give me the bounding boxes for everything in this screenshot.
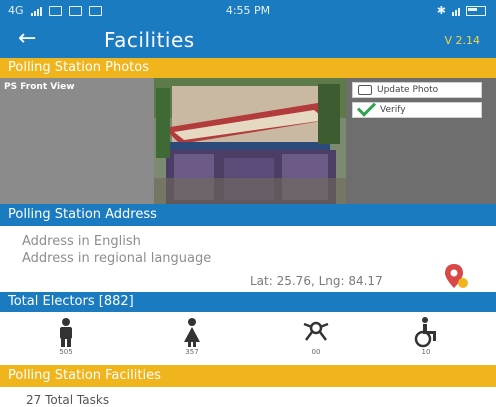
electors-section-header: Total Electors [882] xyxy=(0,292,496,312)
address-english: Address in English xyxy=(22,234,141,249)
third-gender-count: 00 xyxy=(311,348,321,356)
facilities-section-header: Polling Station Facilities xyxy=(0,365,496,387)
male-electors: 505 xyxy=(46,316,86,360)
photo-left-panel xyxy=(0,78,154,204)
address-regional: Address in regional language xyxy=(22,251,212,266)
photo-caption: PS Front View xyxy=(4,82,75,92)
status-time: 4:55 PM xyxy=(225,4,271,17)
photos-section-header: Polling Station Photos xyxy=(0,58,496,78)
female-count: 357 xyxy=(185,348,199,356)
verify-button[interactable]: Verify xyxy=(352,97,482,118)
building-photo-icon xyxy=(154,78,346,204)
map-pin-icon[interactable] xyxy=(444,262,470,290)
female-icon xyxy=(184,318,200,347)
polling-station-photo[interactable] xyxy=(154,78,346,204)
female-electors: 357 xyxy=(172,316,212,360)
pwd-count: 10 xyxy=(421,348,431,356)
update-photo-button[interactable]: Update Photo xyxy=(352,82,482,98)
male-count: 505 xyxy=(59,348,73,356)
pwd-electors: 10 xyxy=(406,316,446,360)
bluetooth-icon: ✱ xyxy=(436,4,446,17)
status-bar: 4G 4:55 PM ✱ xyxy=(0,0,496,22)
update-photo-label: Update Photo xyxy=(377,85,439,95)
battery-icon xyxy=(466,5,486,16)
third-gender-electors: 00 xyxy=(296,316,336,360)
status-right: ✱ xyxy=(437,4,486,17)
camera-icon xyxy=(358,85,372,95)
latlng-label: Lat: 25.76, Lng: 84.17 xyxy=(250,274,383,288)
wheelchair-icon xyxy=(414,317,436,348)
wifi-icon xyxy=(452,6,460,16)
third-gender-icon xyxy=(303,321,329,341)
address-section-header: Polling Station Address xyxy=(0,204,496,226)
arrow-left-icon[interactable]: ← xyxy=(18,27,36,51)
app-bar: ← Facilities V 2.14 xyxy=(0,22,496,58)
page-title: Facilities xyxy=(104,28,195,52)
verify-label: Verify xyxy=(380,105,406,115)
version-label: V 2.14 xyxy=(444,34,480,47)
male-icon xyxy=(60,318,72,347)
